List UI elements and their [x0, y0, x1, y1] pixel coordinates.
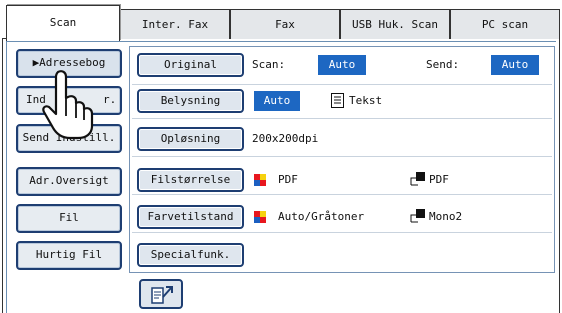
- send-original-value[interactable]: Auto: [491, 55, 539, 75]
- tab-pc-scan[interactable]: PC scan: [450, 9, 560, 39]
- original-button[interactable]: Original: [137, 53, 244, 77]
- exposure-button[interactable]: Belysning: [137, 89, 244, 113]
- file-format-mono-value: PDF: [429, 173, 449, 186]
- send-label: Send:: [426, 58, 460, 71]
- tab-inter-fax[interactable]: Inter. Fax: [120, 9, 230, 39]
- input-address-label-end: r.: [103, 93, 117, 106]
- file-format-color-value: PDF: [278, 173, 298, 186]
- tab-usb-scan[interactable]: USB Huk. Scan: [340, 9, 450, 39]
- exposure-value[interactable]: Auto: [254, 91, 300, 111]
- tab-fax[interactable]: Fax: [230, 9, 340, 39]
- settings-panel: [129, 46, 555, 273]
- file-button[interactable]: Fil: [16, 204, 122, 233]
- address-overview-button[interactable]: Adr.Oversigt: [16, 167, 122, 196]
- color-mode-icon: [254, 174, 267, 187]
- preview-button[interactable]: [139, 279, 183, 309]
- resolution-value: 200x200dpi: [252, 132, 319, 145]
- hand-pointer-icon: [42, 70, 94, 140]
- mono-icon: [410, 209, 425, 223]
- mono-icon: [410, 172, 425, 186]
- tab-scan[interactable]: Scan: [6, 5, 120, 41]
- resolution-button[interactable]: Opløsning: [137, 127, 244, 151]
- divider: [132, 232, 552, 233]
- divider: [132, 194, 552, 195]
- exposure-type: Tekst: [349, 94, 383, 107]
- divider: [132, 84, 552, 85]
- divider: [132, 118, 552, 119]
- scan-original-value[interactable]: Auto: [318, 55, 366, 75]
- file-format-button[interactable]: Filstørrelse: [137, 168, 244, 192]
- color-mode-mono-value: Mono2: [429, 210, 463, 223]
- quick-file-button[interactable]: Hurtig Fil: [16, 241, 122, 270]
- preview-icon: [151, 286, 173, 304]
- scan-label: Scan:: [252, 58, 286, 71]
- color-mode-button[interactable]: Farvetilstand: [137, 205, 244, 229]
- special-functions-button[interactable]: Specialfunk.: [137, 243, 244, 267]
- document-icon: [331, 93, 344, 108]
- color-mode-color-value: Auto/Gråtoner: [278, 210, 365, 223]
- divider: [132, 156, 552, 157]
- color-mode-icon: [254, 211, 267, 224]
